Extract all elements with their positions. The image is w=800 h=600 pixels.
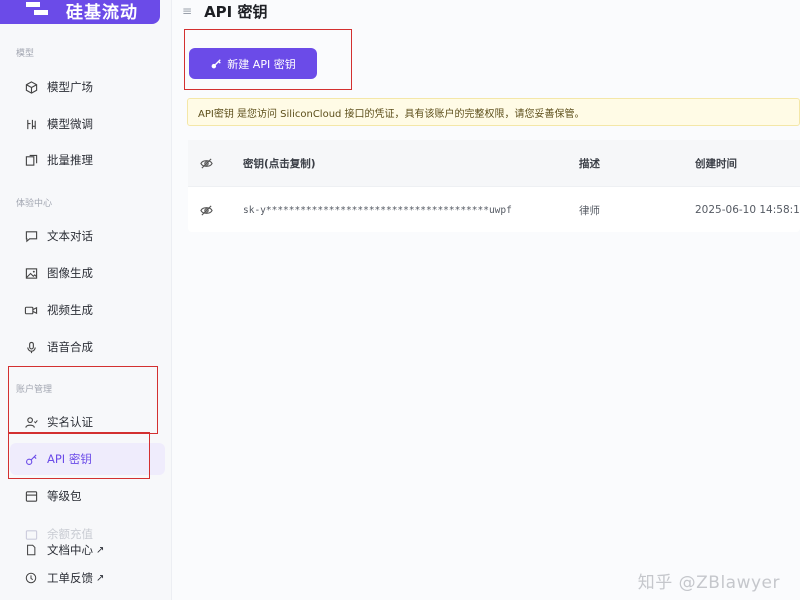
info-notice: API密钥 是您访问 SiliconCloud 接口的凭证，具有该账户的完整权限… [187,98,800,126]
sidebar-item-label: 等级包 [47,489,82,503]
sidebar-item-label: 文本对话 [47,229,93,243]
sidebar-item-docs[interactable]: 文档中心 ↗ [10,535,165,565]
sidebar-item-label: 视频生成 [47,303,93,317]
notice-text: API密钥 是您访问 SiliconCloud 接口的凭证，具有该账户的完整权限… [198,108,585,120]
new-api-key-button[interactable]: 新建 API 密钥 [189,48,317,79]
sidebar-item-label: 模型微调 [47,117,93,131]
video-icon [24,303,38,317]
external-link-icon: ↗ [96,572,105,584]
logo-icon [26,2,48,15]
package-icon [24,489,38,503]
sidebar-item-label: 文档中心 [47,543,93,557]
external-link-icon: ↗ [96,544,105,556]
doc-icon [24,543,38,557]
menu-icon[interactable]: ≡ [182,4,192,18]
section-label-experience: 体验中心 [16,199,53,209]
chat-icon [24,229,38,243]
sidebar-item-label: 图像生成 [47,266,93,280]
sidebar-item-batch-inference[interactable]: 批量推理 [10,144,165,176]
logo[interactable]: 硅基流动 [0,0,160,24]
sidebar-item-model-square[interactable]: 模型广场 [10,71,165,103]
sidebar-item-label: 语音合成 [47,340,93,354]
batch-icon [24,153,38,167]
eye-off-icon [200,204,213,216]
feedback-icon [24,571,38,585]
sidebar-item-label: 批量推理 [47,153,93,167]
sidebar-item-video-gen[interactable]: 视频生成 [10,294,165,326]
sidebar-item-label: 模型广场 [47,80,93,94]
table-header: 密钥(点击复制) 描述 创建时间 [188,140,800,186]
sidebar-item-feedback[interactable]: 工单反馈 ↗ [10,563,165,593]
column-header-key[interactable]: 密钥(点击复制) [243,140,316,186]
api-key-table: 密钥(点击复制) 描述 创建时间 sk-y*******************… [188,140,800,232]
page-title: API 密钥 [204,2,268,21]
column-header-created: 创建时间 [695,157,737,170]
sidebar-item-label: 工单反馈 [47,571,93,585]
watermark: 知乎 @ZBlawyer [637,573,780,593]
visibility-toggle-header[interactable] [200,140,220,186]
sidebar-item-level-package[interactable]: 等级包 [10,480,165,512]
image-icon [24,266,38,280]
sidebar-item-model-finetune[interactable]: 模型微调 [10,108,165,140]
visibility-toggle[interactable] [200,187,220,233]
mic-icon [24,340,38,354]
sidebar-item-text-chat[interactable]: 文本对话 [10,220,165,252]
sidebar: 硅基流动 模型 模型广场 模型微调 批量推理 体验中心 文本对话 图像生成 视频… [0,0,172,600]
sidebar-item-image-gen[interactable]: 图像生成 [10,257,165,289]
table-row: sk-y************************************… [188,186,800,232]
tune-icon [24,117,38,131]
key-icon [211,58,222,68]
annotation-box-api-keys [8,432,150,479]
column-header-description: 描述 [579,157,600,170]
eye-off-icon [200,157,213,169]
sidebar-item-speech-synth[interactable]: 语音合成 [10,331,165,363]
new-api-key-label: 新建 API 密钥 [227,57,296,71]
api-key-value[interactable]: sk-y************************************… [243,187,512,233]
key-created-time: 2025-06-10 14:58:19 [695,204,800,216]
annotation-box-account [8,366,158,434]
logo-text: 硅基流动 [66,3,138,23]
section-label-models: 模型 [16,49,35,59]
cube-icon [24,80,38,94]
key-description: 律师 [579,204,600,217]
top-bar: ≡ API 密钥 [172,0,800,22]
